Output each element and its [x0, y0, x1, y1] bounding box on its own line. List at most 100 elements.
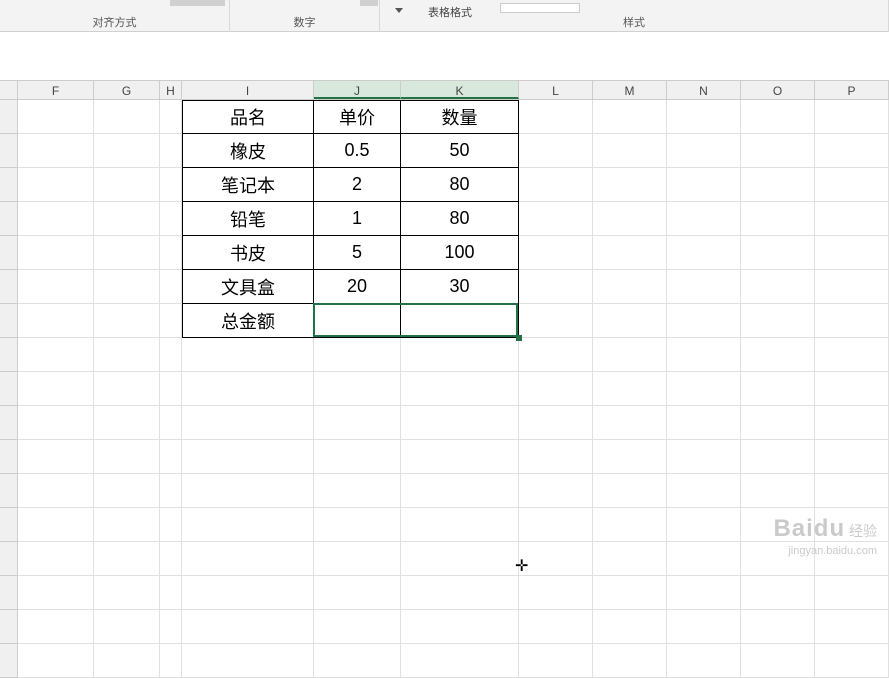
cell[interactable] [182, 576, 314, 610]
row-header[interactable] [0, 134, 18, 168]
cell[interactable] [667, 610, 741, 644]
row-header[interactable] [0, 474, 18, 508]
cell[interactable] [182, 338, 314, 372]
cell[interactable] [18, 610, 94, 644]
cell[interactable] [94, 202, 160, 236]
cell[interactable] [667, 270, 741, 304]
cell[interactable] [519, 440, 593, 474]
cell[interactable] [160, 644, 182, 678]
cell[interactable]: 笔记本 [182, 168, 314, 202]
cell[interactable] [815, 372, 889, 406]
cell[interactable] [18, 406, 94, 440]
cell[interactable] [182, 644, 314, 678]
row-header[interactable] [0, 542, 18, 576]
cell[interactable] [94, 508, 160, 542]
cell[interactable]: 数量 [401, 100, 519, 134]
cell[interactable] [815, 644, 889, 678]
cell[interactable] [160, 304, 182, 338]
cell[interactable] [18, 440, 94, 474]
column-header-L[interactable]: L [519, 81, 593, 99]
style-combo[interactable] [500, 3, 580, 13]
cell[interactable] [815, 202, 889, 236]
cell[interactable] [815, 134, 889, 168]
cell[interactable] [401, 304, 519, 338]
cell[interactable] [593, 236, 667, 270]
row-header[interactable] [0, 576, 18, 610]
cell[interactable] [519, 270, 593, 304]
cell[interactable]: 5 [314, 236, 401, 270]
cell[interactable] [741, 270, 815, 304]
cell[interactable] [18, 304, 94, 338]
cell[interactable]: 单价 [314, 100, 401, 134]
row-header[interactable] [0, 406, 18, 440]
cell[interactable] [401, 644, 519, 678]
cell[interactable] [593, 644, 667, 678]
cell[interactable] [160, 576, 182, 610]
cell[interactable] [815, 168, 889, 202]
row-header[interactable] [0, 440, 18, 474]
cell[interactable] [160, 236, 182, 270]
row-header[interactable] [0, 304, 18, 338]
cell[interactable] [18, 474, 94, 508]
cell[interactable] [519, 542, 593, 576]
cell[interactable] [815, 610, 889, 644]
cell[interactable] [593, 270, 667, 304]
cell[interactable] [401, 474, 519, 508]
cell[interactable] [815, 508, 889, 542]
cell[interactable] [815, 474, 889, 508]
cell[interactable] [667, 304, 741, 338]
cell[interactable] [94, 100, 160, 134]
cell[interactable] [741, 168, 815, 202]
cell[interactable] [94, 474, 160, 508]
cell[interactable] [314, 406, 401, 440]
cell[interactable] [593, 338, 667, 372]
cell[interactable]: 0.5 [314, 134, 401, 168]
cell[interactable] [519, 474, 593, 508]
cell[interactable] [519, 372, 593, 406]
select-all-corner[interactable] [0, 81, 18, 99]
dropdown-icon[interactable] [395, 8, 403, 13]
cell[interactable]: 总金额 [182, 304, 314, 338]
column-header-O[interactable]: O [741, 81, 815, 99]
cell[interactable] [18, 236, 94, 270]
cell[interactable] [160, 372, 182, 406]
cell[interactable] [593, 576, 667, 610]
cell[interactable] [18, 270, 94, 304]
cell[interactable] [314, 610, 401, 644]
cell[interactable] [94, 372, 160, 406]
cell[interactable] [519, 168, 593, 202]
cell[interactable] [314, 440, 401, 474]
cell[interactable] [593, 474, 667, 508]
row-header[interactable] [0, 610, 18, 644]
column-header-K[interactable]: K [401, 81, 519, 99]
column-header-P[interactable]: P [815, 81, 889, 99]
cell[interactable] [401, 372, 519, 406]
row-header[interactable] [0, 508, 18, 542]
cell[interactable] [667, 168, 741, 202]
cell[interactable] [519, 644, 593, 678]
cell[interactable] [18, 372, 94, 406]
cell[interactable]: 品名 [182, 100, 314, 134]
cell[interactable] [593, 542, 667, 576]
column-header-I[interactable]: I [182, 81, 314, 99]
cell[interactable] [667, 542, 741, 576]
cell[interactable] [160, 338, 182, 372]
cell[interactable] [593, 304, 667, 338]
row-header[interactable] [0, 372, 18, 406]
cell[interactable] [741, 610, 815, 644]
cell[interactable] [519, 202, 593, 236]
cell[interactable] [94, 236, 160, 270]
cell[interactable] [815, 440, 889, 474]
cell[interactable] [401, 338, 519, 372]
cell[interactable] [401, 542, 519, 576]
cell[interactable] [667, 236, 741, 270]
cell[interactable] [815, 576, 889, 610]
cell[interactable] [667, 100, 741, 134]
cell[interactable] [18, 100, 94, 134]
cell[interactable] [160, 270, 182, 304]
row-header[interactable] [0, 236, 18, 270]
column-header-H[interactable]: H [160, 81, 182, 99]
cell[interactable] [519, 610, 593, 644]
cell[interactable] [519, 100, 593, 134]
cell[interactable] [741, 372, 815, 406]
